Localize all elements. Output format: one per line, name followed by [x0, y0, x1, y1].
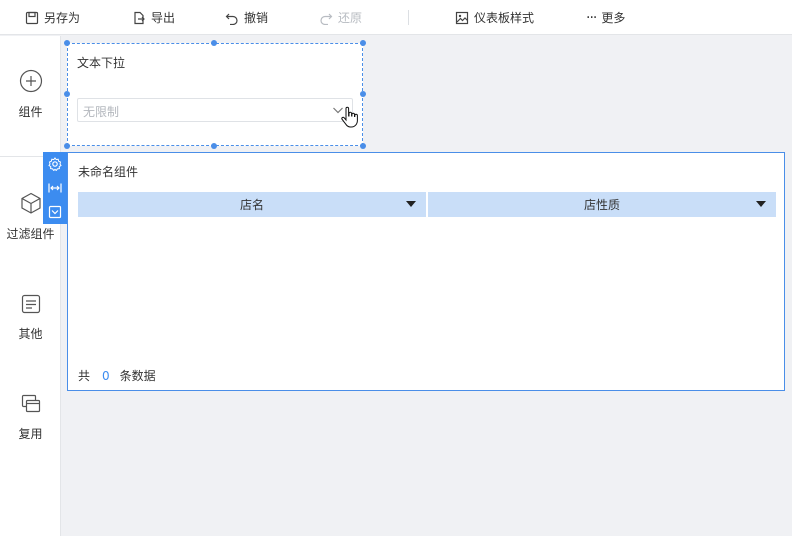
sort-caret-icon[interactable] — [406, 201, 416, 207]
sidebar-item-label: 复用 — [18, 427, 43, 441]
undo-icon — [225, 13, 238, 25]
widget-title: 未命名组件 — [78, 165, 139, 179]
more-button[interactable]: ··· 更多 — [586, 0, 625, 35]
resize-handle[interactable] — [64, 91, 70, 97]
footer-suffix: 条数据 — [119, 369, 156, 383]
text-dropdown-widget[interactable]: 文本下拉 无限制 — [64, 40, 366, 149]
redo-button[interactable]: 还原 — [319, 0, 362, 35]
undo-button[interactable]: 撤销 — [225, 0, 268, 35]
undo-label: 撤销 — [244, 11, 269, 25]
cube-icon — [20, 192, 41, 214]
top-toolbar: 另存为 导出 撤销 还原 仪表板样式 ··· 更多 — [0, 0, 792, 35]
sidebar-item-reuse[interactable]: 复用 — [0, 393, 61, 442]
footer-prefix: 共 — [78, 369, 91, 383]
export-label: 导出 — [151, 11, 176, 25]
resize-handle[interactable] — [360, 40, 366, 46]
dropdown-placeholder: 无限制 — [83, 105, 120, 119]
widget-expand-button[interactable] — [43, 176, 67, 200]
left-sidebar: 组件 过滤组件 其他 复用 — [0, 36, 61, 536]
gear-icon — [48, 157, 62, 171]
sidebar-item-label: 其他 — [18, 327, 43, 341]
plus-circle-icon — [19, 69, 42, 93]
export-button[interactable]: 导出 — [132, 0, 175, 35]
document-icon — [21, 294, 40, 314]
resize-handle[interactable] — [211, 40, 217, 46]
save-as-label: 另存为 — [44, 11, 81, 25]
table-widget[interactable]: 未命名组件 店名 店性质 共 0 条数据 — [67, 152, 785, 391]
column-header-store-type[interactable]: 店性质 — [428, 192, 776, 217]
column-header-label: 店名 — [239, 198, 264, 212]
toolbar-divider — [408, 10, 409, 25]
widget-tool-strip — [43, 152, 67, 224]
resize-handle[interactable] — [64, 143, 70, 149]
sidebar-item-other[interactable]: 其他 — [0, 293, 61, 342]
dashboard-style-button[interactable]: 仪表板样式 — [455, 0, 534, 35]
resize-handle[interactable] — [360, 91, 366, 97]
widget-title: 文本下拉 — [77, 56, 126, 70]
redo-label: 还原 — [338, 11, 363, 25]
table-footer: 共 0 条数据 — [78, 367, 156, 384]
stacked-windows-icon — [21, 394, 40, 413]
column-header-label: 店性质 — [583, 198, 620, 212]
widget-settings-button[interactable] — [43, 152, 67, 176]
sidebar-item-label: 组件 — [18, 105, 43, 119]
sort-caret-icon[interactable] — [756, 201, 766, 207]
expand-horizontal-icon — [48, 183, 62, 193]
dropdown-select[interactable]: 无限制 — [77, 98, 353, 122]
palette-icon — [455, 11, 469, 24]
sidebar-item-components[interactable]: 组件 — [0, 69, 61, 120]
redo-icon — [320, 13, 333, 25]
resize-handle[interactable] — [64, 40, 70, 46]
dashboard-style-label: 仪表板样式 — [474, 11, 535, 25]
save-icon — [25, 11, 39, 24]
widget-dropdown-button[interactable] — [43, 200, 67, 224]
dropdown-box-icon — [48, 205, 62, 219]
export-icon — [134, 11, 145, 24]
record-count: 0 — [102, 368, 110, 383]
more-label: 更多 — [601, 11, 626, 25]
resize-handle[interactable] — [211, 143, 217, 149]
column-header-store-name[interactable]: 店名 — [78, 192, 426, 217]
hand-cursor-icon — [341, 106, 358, 128]
sidebar-item-label: 过滤组件 — [6, 227, 55, 241]
table-header: 店名 店性质 — [78, 192, 776, 217]
save-as-button[interactable]: 另存为 — [25, 0, 80, 35]
resize-handle[interactable] — [360, 143, 366, 149]
more-dots-icon: ··· — [586, 9, 597, 26]
